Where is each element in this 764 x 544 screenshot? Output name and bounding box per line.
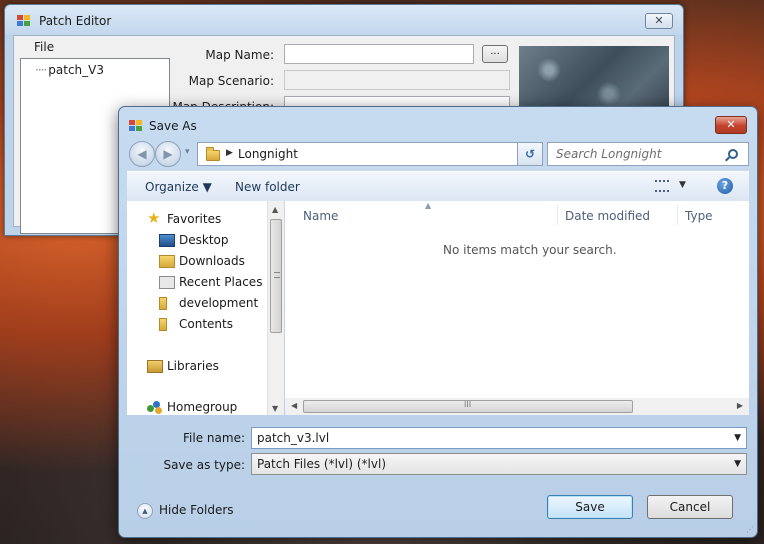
nav-favorites[interactable]: Favorites [167, 212, 221, 226]
search-icon[interactable] [728, 149, 738, 159]
search-input[interactable]: Search Longnight [556, 147, 661, 161]
menu-file[interactable]: File [34, 40, 54, 54]
star-icon: ★ [147, 209, 161, 227]
nav-desktop[interactable]: Desktop [179, 233, 229, 247]
map-name-label: Map Name: [205, 48, 274, 62]
save-as-dialog: Save As ✕ ◀ ▶ ▾ ▶ Longnight ▼ ↺ Search L… [118, 106, 758, 538]
scroll-down-icon[interactable]: ▼ [272, 404, 278, 413]
browse-button[interactable]: ... [482, 45, 508, 63]
scroll-thumb[interactable]: III [303, 400, 633, 413]
file-list[interactable]: Name ▲ Date modified Type No items match… [285, 201, 749, 415]
dialog-title: Save As [149, 119, 197, 133]
chevron-down-icon[interactable]: ▼ [734, 454, 741, 474]
navigation-pane[interactable]: ★ Favorites Desktop Downloads Recent Pla… [127, 201, 283, 415]
window-title: Patch Editor [39, 14, 112, 28]
arrow-left-icon: ◀ [137, 147, 147, 161]
close-button[interactable]: ✕ [645, 13, 673, 29]
scroll-thumb[interactable] [270, 219, 282, 333]
close-icon: ✕ [726, 118, 736, 131]
empty-message: No items match your search. [443, 243, 617, 257]
nav-libraries[interactable]: Libraries [167, 359, 219, 373]
downloads-icon [159, 255, 175, 268]
homegroup-icon [147, 401, 163, 414]
column-header-type[interactable]: Type [685, 209, 713, 223]
resize-grip-icon[interactable]: ⋰ [746, 525, 754, 534]
patch-editor-titlebar[interactable]: Patch Editor ✕ [5, 5, 683, 35]
column-header-name[interactable]: Name [303, 209, 338, 223]
save-as-type-value: Patch Files (*lvl) (*lvl) [257, 457, 386, 471]
column-divider[interactable] [557, 205, 558, 225]
help-icon[interactable]: ? [717, 178, 733, 194]
breadcrumb-longnight[interactable]: Longnight [238, 147, 298, 161]
folder-icon [159, 297, 167, 310]
scroll-up-icon[interactable]: ▲ [272, 205, 278, 214]
recent-locations-chevron-icon[interactable]: ▾ [185, 147, 190, 157]
scroll-grip-icon: III [464, 400, 472, 409]
nav-downloads[interactable]: Downloads [179, 254, 245, 268]
change-view-icon[interactable] [655, 180, 669, 192]
nav-contents[interactable]: Contents [179, 317, 233, 331]
nav-development[interactable]: development [179, 296, 258, 310]
close-button[interactable]: ✕ [715, 116, 747, 134]
collapse-up-icon[interactable]: ▲ [137, 503, 153, 519]
sort-ascending-icon: ▲ [425, 201, 432, 210]
file-name-input[interactable]: patch_v3.lvl [257, 431, 329, 445]
libraries-icon [147, 360, 163, 373]
folder-icon [159, 318, 167, 331]
desktop-icon [159, 234, 175, 247]
address-bar[interactable]: ▶ Longnight ▼ [197, 142, 541, 166]
view-options-dropdown-icon[interactable]: ▼ [679, 180, 686, 190]
folder-icon [206, 147, 220, 161]
search-box[interactable]: Search Longnight [547, 142, 749, 166]
scroll-right-icon[interactable]: ▶ [737, 401, 743, 410]
tree-item[interactable]: patch_V3 [35, 63, 104, 77]
command-bar: Organize ▼ New folder ▼ ? [127, 171, 749, 201]
nav-pane-scrollbar[interactable]: ▲ ▼ [267, 201, 284, 415]
file-list-hscrollbar[interactable]: ◀ III ▶ [285, 398, 749, 415]
hide-folders-button[interactable]: Hide Folders [159, 503, 234, 517]
save-as-type-select[interactable]: Patch Files (*lvl) (*lvl) ▼ [251, 453, 747, 475]
nav-homegroup[interactable]: Homegroup [167, 400, 237, 414]
save-as-type-label: Save as type: [163, 458, 245, 472]
new-folder-button[interactable]: New folder [235, 180, 300, 194]
app-icon [17, 15, 31, 27]
column-divider[interactable] [677, 205, 678, 225]
refresh-button[interactable]: ↺ [517, 142, 543, 166]
breadcrumb-separator-icon[interactable]: ▶ [226, 148, 233, 158]
organize-button[interactable]: Organize ▼ [145, 180, 212, 194]
app-icon [129, 120, 143, 132]
file-name-label: File name: [183, 431, 245, 445]
close-icon: ✕ [654, 14, 664, 27]
recent-places-icon [159, 276, 175, 289]
browse-label: ... [490, 46, 500, 57]
column-header-date-modified[interactable]: Date modified [565, 209, 650, 223]
forward-button[interactable]: ▶ [155, 141, 181, 167]
file-name-combobox[interactable]: patch_v3.lvl ▼ [251, 427, 747, 449]
map-name-input[interactable] [284, 44, 474, 64]
arrow-right-icon: ▶ [163, 147, 173, 161]
cancel-button[interactable]: Cancel [647, 495, 733, 519]
scroll-left-icon[interactable]: ◀ [291, 401, 297, 410]
save-button[interactable]: Save [547, 495, 633, 519]
map-scenario-label: Map Scenario: [188, 74, 274, 88]
map-scenario-input[interactable] [284, 70, 510, 90]
chevron-down-icon[interactable]: ▼ [734, 428, 741, 448]
nav-recent-places[interactable]: Recent Places [179, 275, 262, 289]
back-button[interactable]: ◀ [129, 141, 155, 167]
refresh-icon: ↺ [524, 147, 536, 161]
